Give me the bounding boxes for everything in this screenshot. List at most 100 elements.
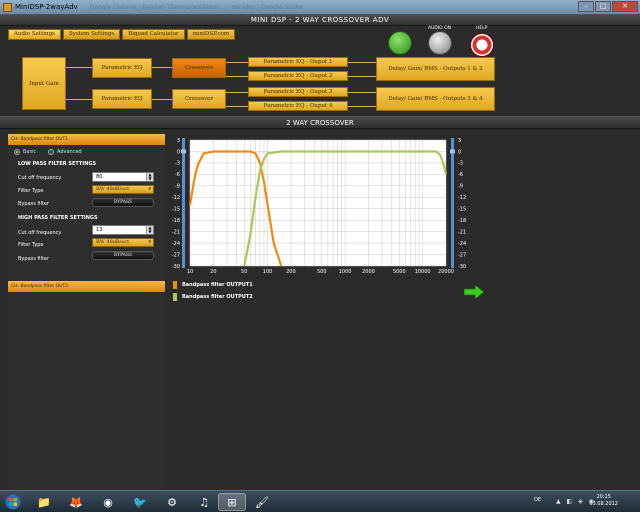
- x-tick-label: 10000: [415, 269, 431, 275]
- channel-header-out1[interactable]: CH: Bandpass filter OUT1: [8, 134, 165, 145]
- y-tick-label-left: -15: [172, 207, 180, 213]
- lpf-cutoff-input[interactable]: 80 ▲ ▼: [92, 172, 154, 182]
- maximize-button[interactable]: □: [595, 1, 611, 12]
- window-title: MiniDSP-2wayAdv: [15, 3, 78, 11]
- wire: [226, 92, 248, 93]
- wire: [226, 76, 248, 77]
- tab-biquad-calculator[interactable]: Biquad Calculator: [122, 29, 185, 40]
- output-eq-3-block[interactable]: Parametric EQ - Ouput 3: [248, 87, 348, 97]
- y-tick-label-right: -18: [458, 218, 466, 224]
- tab-audio-settings[interactable]: Audio Settings: [8, 29, 61, 40]
- parametric-eq-bottom-block[interactable]: Parametric EQ: [92, 89, 152, 109]
- delay-gain-rms-1-2-block[interactable]: Delay/ Gain/ RMS - Outputs 1 & 2: [376, 57, 495, 81]
- spin-arrows-icon[interactable]: ▲ ▼: [146, 173, 153, 181]
- y-tick-label-left: -12: [172, 195, 180, 201]
- lpf-cutoff-label: Cut off frequency: [18, 175, 62, 181]
- spin-arrows-icon[interactable]: ▲ ▼: [146, 226, 153, 234]
- chevron-down-icon: ▾: [148, 186, 151, 192]
- wire: [66, 67, 92, 68]
- minidsp-taskbar-icon[interactable]: ⊞: [218, 493, 246, 511]
- wire: [226, 106, 248, 107]
- hpf-cutoff-label: Cut off frequency: [18, 230, 62, 236]
- lifebuoy-help-icon[interactable]: [470, 33, 494, 57]
- y-tick-label-left: -27: [172, 252, 180, 258]
- x-tick-label: 2000: [362, 269, 375, 275]
- y-tick-label-right: -30: [458, 264, 466, 270]
- hpf-cutoff-value: 13: [96, 227, 103, 233]
- app-header: MINI DSP - 2 WAY CROSSOVER ADV: [0, 14, 640, 26]
- y-tick-label-right: -3: [458, 161, 463, 167]
- next-arrow-icon[interactable]: [464, 285, 484, 299]
- left-slider-handle: [181, 149, 186, 154]
- hpf-type-value: BW 48dB/oct: [96, 239, 130, 245]
- crossover-bottom-block[interactable]: Crossover: [172, 89, 226, 109]
- output-eq-2-block[interactable]: Parametric EQ - Ouput 2: [248, 71, 348, 81]
- hpf-bypass-button[interactable]: BYPASS: [92, 251, 154, 260]
- speaker-icon[interactable]: [428, 31, 452, 55]
- refresh-icon[interactable]: [388, 31, 412, 55]
- lpf-type-label: Filter Type: [18, 188, 44, 194]
- explorer-icon[interactable]: 📁: [30, 493, 58, 511]
- y-tick-label-left: -3: [175, 161, 180, 167]
- mode-basic-label: Basic: [23, 149, 37, 155]
- x-tick-label: 20000: [438, 269, 454, 275]
- paint-icon[interactable]: 🖌: [248, 493, 276, 511]
- delay-gain-rms-3-4-block[interactable]: Delay/ Gain/ RMS - Outputs 3 & 4: [376, 87, 495, 111]
- close-button[interactable]: ✕: [612, 1, 638, 12]
- mode-basic-radio[interactable]: Basic: [14, 149, 36, 155]
- start-button[interactable]: [2, 493, 24, 511]
- section-title: 2 WAY CROSSOVER: [0, 116, 640, 129]
- tab-minidsp-com[interactable]: miniDSP.com: [186, 29, 236, 40]
- firefox-icon[interactable]: 🦊: [62, 493, 90, 511]
- language-indicator[interactable]: DE: [534, 497, 541, 503]
- x-tick-label: 50: [241, 269, 247, 275]
- wire: [66, 99, 92, 100]
- lpf-type-select[interactable]: BW 48dB/oct ▾: [92, 185, 154, 194]
- title-bar: MiniDSP-2wayAdv Google Chrome - Baanan T…: [0, 0, 640, 14]
- main-tabs: Audio Settings System Settings Biquad Ca…: [8, 29, 236, 40]
- wire: [348, 76, 376, 77]
- y-tick-label-right: 0: [458, 149, 461, 155]
- wire: [348, 92, 376, 93]
- lpf-type-value: BW 48dB/oct: [96, 186, 130, 192]
- app-icon[interactable]: ⚙: [158, 493, 186, 511]
- app-icon: [3, 2, 12, 12]
- parametric-eq-top-block[interactable]: Parametric EQ: [92, 58, 152, 78]
- wire: [152, 99, 172, 100]
- x-tick-label: 500: [317, 269, 327, 275]
- y-tick-label-left: -18: [172, 218, 180, 224]
- legend-item-output2: Bandpass filter OUTPUT2: [173, 293, 253, 301]
- clock-date: 03.08.2012: [589, 501, 618, 507]
- y-tick-label-left: -30: [172, 264, 180, 270]
- y-tick-label-right: -24: [458, 241, 466, 247]
- itunes-icon[interactable]: ♫: [190, 493, 218, 511]
- y-tick-label-left: 0: [177, 149, 180, 155]
- right-slider-handle: [450, 149, 455, 154]
- lpf-bypass-button[interactable]: BYPASS: [92, 198, 154, 207]
- hpf-type-select[interactable]: BW 48dB/oct ▾: [92, 238, 154, 247]
- chrome-icon[interactable]: ◉: [94, 493, 122, 511]
- hpf-cutoff-input[interactable]: 13 ▲ ▼: [92, 225, 154, 235]
- tab-system-settings[interactable]: System Settings: [62, 29, 121, 40]
- y-tick-label-right: -12: [458, 195, 466, 201]
- y-tick-label-right: 3: [458, 138, 461, 144]
- minimize-button[interactable]: –: [578, 1, 594, 12]
- x-tick-label: 20: [210, 269, 216, 275]
- y-tick-label-right: -15: [458, 207, 466, 213]
- lpf-section-title: LOW PASS FILTER SETTINGS: [18, 161, 97, 167]
- clock-time: 20:15: [596, 494, 611, 500]
- clock[interactable]: 20:15 03.08.2012: [589, 494, 618, 508]
- crossover-top-block[interactable]: Crossover: [172, 58, 226, 78]
- bird-icon[interactable]: 🐦: [126, 493, 154, 511]
- right-gain-slider: [451, 138, 454, 268]
- mode-advanced-radio[interactable]: Advanced: [48, 149, 82, 155]
- chevron-down-icon: ▾: [148, 239, 151, 245]
- input-gain-block[interactable]: Input Gain: [22, 57, 66, 110]
- legend-label-output1: Bandpass filter OUTPUT1: [182, 282, 253, 288]
- channel-header-out2[interactable]: CH: Bandpass filter OUT2: [8, 281, 165, 292]
- y-tick-label-left: -9: [175, 184, 180, 190]
- legend-item-output1: Bandpass filter OUTPUT1: [173, 281, 253, 289]
- output-eq-1-block[interactable]: Parametric EQ - Ouput 1: [248, 57, 348, 67]
- output-eq-4-block[interactable]: Parametric EQ - Ouput 4: [248, 101, 348, 111]
- lpf-cutoff-value: 80: [96, 174, 103, 180]
